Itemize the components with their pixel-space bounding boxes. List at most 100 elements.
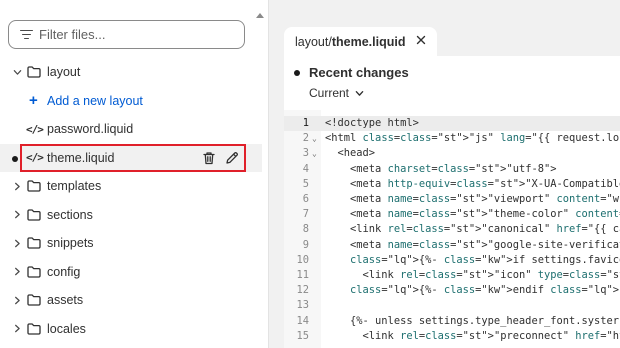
line-number: 13 [296, 299, 309, 312]
chevron-right-icon[interactable] [12, 324, 22, 334]
folder-icon [27, 265, 41, 278]
code-line[interactable]: 13 [284, 298, 620, 313]
code-text: <meta http-equiv=class="st">"X-UA-Compat… [325, 177, 620, 190]
folder-label: layout [47, 65, 81, 80]
code-text: <meta name=class="st">"google-site-verif… [325, 238, 620, 251]
folder-icon [27, 180, 41, 192]
folder-locales[interactable]: locales [0, 315, 262, 344]
line-number: 8 [302, 223, 309, 236]
code-editor[interactable]: 1 <!doctype html> 2 ⌄ <html class=class="st"… [284, 110, 620, 348]
code-file-icon: </> [26, 122, 44, 136]
add-new-layout-link[interactable]: + Add a new layout [0, 87, 262, 116]
recent-changes-heading: Recent changes [294, 65, 409, 80]
code-line[interactable]: 4 <meta charset=class="st">"utf-8"> [284, 162, 620, 177]
code-text: <meta charset=class="st">"utf-8"> [325, 162, 557, 175]
code-text: class="lq">{%- class="kw">endif class="l… [350, 284, 620, 297]
code-line[interactable]: 10 class="lq">{%- class="kw">if settings… [284, 253, 620, 268]
chevron-right-icon[interactable] [12, 267, 22, 277]
code-text: <link rel=class="st">"icon" type=class="… [325, 269, 620, 281]
folder-icon [27, 294, 41, 306]
tab-filename: theme.liquid [331, 34, 406, 49]
code-line[interactable]: 15 <link rel=class="st">"preconnect" hre… [284, 329, 620, 344]
folder-label: sections [47, 207, 93, 222]
code-line[interactable]: 3 ⌄ <head> [284, 146, 620, 161]
plus-icon: + [29, 91, 38, 109]
code-line[interactable]: 1 <!doctype html> [284, 116, 620, 132]
folder-label: assets [47, 293, 84, 308]
code-line[interactable]: 2 ⌄ <html class=class="st">"js" lang="{{ r… [284, 131, 620, 146]
add-layout-label: Add a new layout [47, 93, 143, 108]
folder-layout[interactable]: layout [0, 58, 262, 87]
file-password-liquid[interactable]: </> password.liquid [0, 115, 262, 144]
filter-files-input[interactable] [39, 27, 229, 42]
code-text: <link rel=class="st">"preconnect" href="… [325, 329, 620, 342]
code-line[interactable]: 9 <meta name=class="st">"google-site-ver… [284, 238, 620, 253]
tab-path: layout/ [295, 34, 332, 49]
recent-changes-label: Recent changes [309, 65, 409, 80]
folder-label: locales [47, 321, 86, 336]
unsaved-dot-icon [12, 155, 18, 162]
code-line[interactable]: 7 <meta name=class="st">"theme-color" co… [284, 207, 620, 222]
code-text: <!doctype html> [325, 117, 419, 129]
folder-label: config [47, 264, 81, 279]
version-label: Current [309, 86, 350, 100]
code-text: class="lq">{%- class="kw">if settings.fa… [350, 253, 620, 266]
folder-label: snippets [47, 236, 94, 251]
chevron-right-icon[interactable] [12, 295, 22, 305]
code-line[interactable]: 5 <meta http-equiv=class="st">"X-UA-Comp… [284, 177, 620, 192]
unsaved-dot-icon [294, 69, 300, 76]
line-number: 11 [296, 269, 309, 281]
folder-sections[interactable]: sections [0, 201, 262, 230]
line-number: 1 [302, 117, 309, 129]
code-text: <html class=class="st">"js" lang="{{ req… [325, 132, 620, 145]
file-sidebar: layout + Add a new layout </> password.l… [0, 0, 268, 348]
tab-theme-liquid[interactable]: layout/theme.liquid [284, 27, 437, 56]
version-select[interactable]: Current [309, 86, 364, 100]
chevron-down-icon[interactable] [12, 67, 22, 77]
filter-icon [19, 28, 33, 42]
chevron-right-icon[interactable] [12, 210, 22, 220]
chevron-right-icon[interactable] [12, 238, 22, 248]
folder-icon [27, 237, 41, 249]
filter-files-input-wrapper[interactable] [8, 20, 245, 49]
fold-chevron-icon[interactable]: ⌄ [312, 146, 317, 161]
code-text: <head> [325, 147, 376, 160]
code-text: <link rel=class="st">"canonical" href="{… [325, 223, 620, 236]
line-number: 10 [296, 253, 309, 266]
folder-icon [27, 208, 41, 221]
line-number: 2 [302, 132, 309, 145]
line-number: 6 [302, 193, 309, 205]
theme-code-editor: layout + Add a new layout </> password.l… [0, 0, 620, 348]
line-number: 7 [302, 208, 309, 221]
code-line[interactable]: 14 {%- unless settings.type_header_font.… [284, 314, 620, 329]
file-tree: layout + Add a new layout </> password.l… [0, 58, 262, 343]
code-text: {%- unless settings.type_header_font.sys… [325, 314, 620, 327]
code-line[interactable]: 12 class="lq">{%- class="kw">endif class… [284, 283, 620, 298]
folder-config[interactable]: config [0, 258, 262, 287]
file-theme-liquid[interactable]: </> theme.liquid [0, 143, 262, 172]
line-number: 5 [302, 177, 309, 190]
code-line[interactable]: 6 <meta name=class="st">"viewport" conte… [284, 192, 620, 207]
line-number: 14 [296, 314, 309, 327]
folder-snippets[interactable]: snippets [0, 229, 262, 258]
line-number: 4 [302, 162, 309, 175]
line-number: 9 [302, 238, 309, 251]
close-icon[interactable] [416, 35, 426, 45]
folder-templates[interactable]: templates [0, 172, 262, 201]
selection-highlight [20, 143, 246, 172]
chevron-right-icon[interactable] [12, 181, 22, 191]
line-number: 3 [302, 147, 309, 160]
folder-icon [27, 322, 41, 335]
folder-icon [27, 66, 41, 78]
folder-assets[interactable]: assets [0, 286, 262, 315]
chevron-down-icon [355, 90, 364, 96]
scroll-up-arrow-icon[interactable] [256, 13, 264, 18]
folder-label: templates [47, 179, 102, 194]
code-line[interactable]: 8 <link rel=class="st">"canonical" href=… [284, 222, 620, 237]
file-label: password.liquid [47, 122, 134, 137]
code-line[interactable]: 11 <link rel=class="st">"icon" type=clas… [284, 268, 620, 283]
code-text: <meta name=class="st">"theme-color" cont… [325, 208, 620, 221]
line-number: 12 [296, 284, 309, 297]
fold-chevron-icon[interactable]: ⌄ [312, 131, 317, 146]
line-number: 15 [296, 329, 309, 342]
